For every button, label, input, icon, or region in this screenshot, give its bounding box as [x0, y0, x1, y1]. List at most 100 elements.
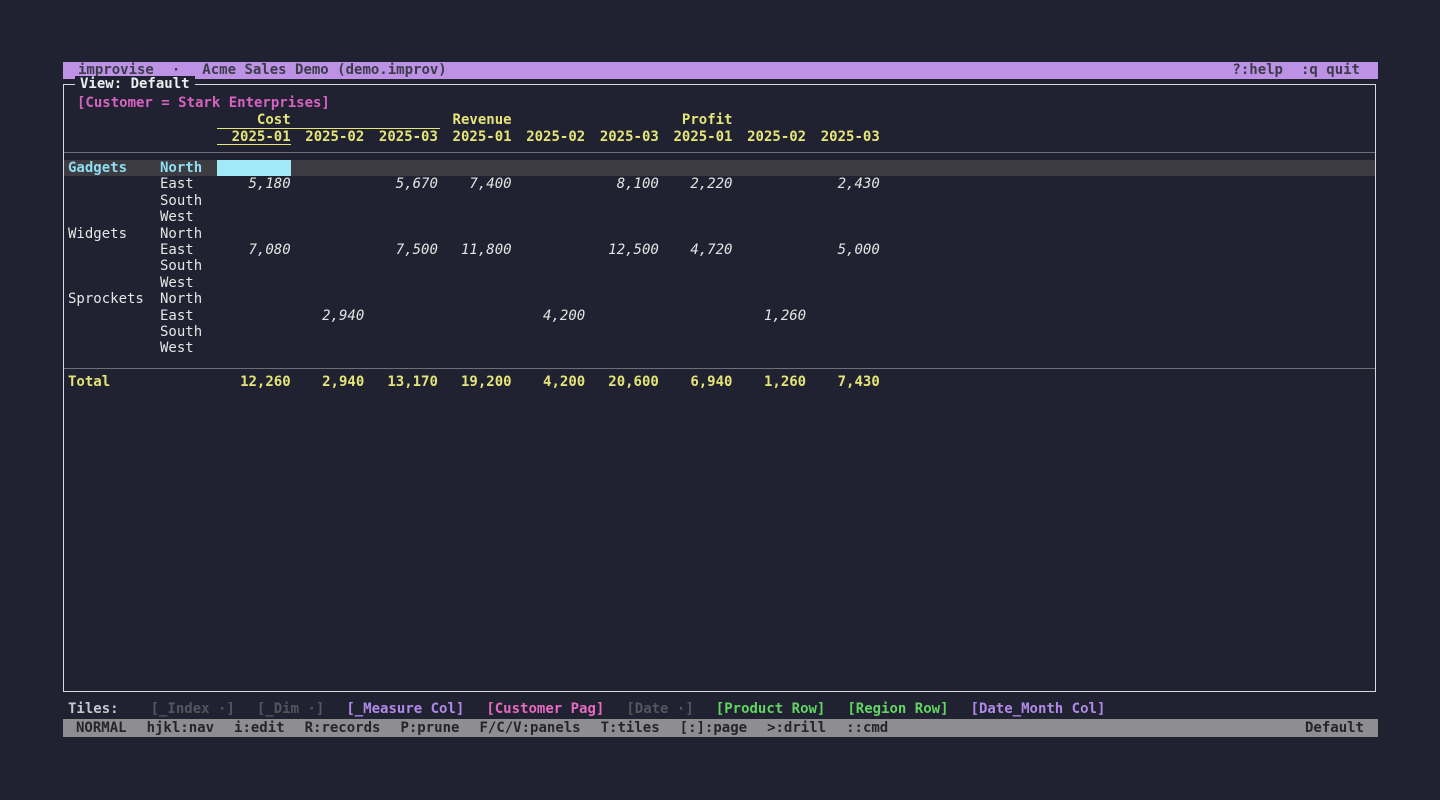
value-cell[interactable] — [438, 160, 512, 176]
value-cell[interactable] — [291, 242, 365, 258]
month-header[interactable]: 2025-03 — [806, 129, 880, 145]
value-cell[interactable] — [732, 176, 806, 192]
value-cell[interactable] — [364, 340, 438, 356]
value-cell[interactable] — [364, 193, 438, 209]
value-cell[interactable] — [732, 258, 806, 274]
value-cell[interactable] — [217, 193, 291, 209]
value-cell[interactable] — [659, 226, 733, 242]
value-cell[interactable] — [217, 275, 291, 291]
value-cell[interactable] — [512, 340, 586, 356]
month-header[interactable]: 2025-01 — [438, 129, 512, 145]
value-cell[interactable] — [291, 340, 365, 356]
value-cell[interactable] — [659, 160, 733, 176]
value-cell[interactable] — [291, 193, 365, 209]
month-header[interactable]: 2025-03 — [585, 129, 659, 145]
value-cell[interactable] — [364, 308, 438, 324]
value-cell[interactable] — [585, 226, 659, 242]
month-header[interactable]: 2025-01 — [217, 129, 291, 145]
value-cell[interactable] — [217, 291, 291, 307]
value-cell[interactable]: 5,000 — [806, 242, 880, 258]
value-cell[interactable] — [512, 176, 586, 192]
month-header[interactable]: 2025-03 — [364, 129, 438, 145]
value-cell[interactable] — [364, 324, 438, 340]
value-cell[interactable] — [364, 160, 438, 176]
value-cell[interactable] — [512, 193, 586, 209]
value-cell[interactable] — [806, 324, 880, 340]
value-cell[interactable] — [438, 324, 512, 340]
value-cell[interactable] — [806, 226, 880, 242]
tile-index[interactable]: [_Index ·] — [151, 701, 235, 718]
value-cell[interactable]: 12,500 — [585, 242, 659, 258]
value-cell[interactable] — [806, 193, 880, 209]
value-cell[interactable] — [291, 275, 365, 291]
pivot-row-gadgets-south[interactable]: South — [64, 193, 1375, 209]
pivot-row-widgets-west[interactable]: West — [64, 275, 1375, 291]
value-cell[interactable] — [659, 258, 733, 274]
tile-measure[interactable]: [_Measure Col] — [346, 701, 464, 718]
pivot-row-widgets-north[interactable]: Widgets North — [64, 226, 1375, 242]
value-cell[interactable] — [438, 193, 512, 209]
value-cell[interactable] — [217, 340, 291, 356]
value-cell[interactable]: 8,100 — [585, 176, 659, 192]
value-cell[interactable] — [512, 275, 586, 291]
pivot-row-widgets-east[interactable]: East 7,080 7,500 11,800 12,500 4,720 5,0… — [64, 242, 1375, 258]
value-cell[interactable]: 5,670 — [364, 176, 438, 192]
value-cell[interactable] — [806, 209, 880, 225]
value-cell[interactable] — [217, 258, 291, 274]
value-cell[interactable] — [438, 291, 512, 307]
value-cell[interactable] — [732, 340, 806, 356]
value-cell[interactable] — [512, 209, 586, 225]
value-cell[interactable]: 4,720 — [659, 242, 733, 258]
value-cell[interactable] — [438, 226, 512, 242]
value-cell[interactable] — [217, 209, 291, 225]
pivot-row-gadgets-east[interactable]: East 5,180 5,670 7,400 8,100 2,220 2,430 — [64, 176, 1375, 192]
value-cell[interactable] — [438, 258, 512, 274]
value-cell[interactable] — [659, 308, 733, 324]
value-cell[interactable] — [806, 308, 880, 324]
value-cell[interactable]: 7,500 — [364, 242, 438, 258]
value-cell[interactable] — [585, 291, 659, 307]
value-cell[interactable] — [806, 160, 880, 176]
value-cell[interactable] — [585, 209, 659, 225]
month-header[interactable]: 2025-02 — [291, 129, 365, 145]
value-cell[interactable] — [512, 258, 586, 274]
selected-cell[interactable] — [217, 160, 291, 176]
value-cell[interactable] — [364, 291, 438, 307]
value-cell[interactable] — [438, 209, 512, 225]
value-cell[interactable] — [732, 242, 806, 258]
value-cell[interactable] — [585, 308, 659, 324]
value-cell[interactable] — [438, 308, 512, 324]
value-cell[interactable] — [512, 324, 586, 340]
value-cell[interactable] — [659, 193, 733, 209]
value-cell[interactable] — [291, 324, 365, 340]
pivot-row-gadgets-west[interactable]: West — [64, 209, 1375, 225]
value-cell[interactable] — [364, 226, 438, 242]
value-cell[interactable] — [806, 275, 880, 291]
value-cell[interactable] — [659, 340, 733, 356]
tile-date[interactable]: [Date ·] — [626, 701, 693, 718]
value-cell[interactable] — [217, 324, 291, 340]
value-cell[interactable]: 2,940 — [291, 308, 365, 324]
value-cell[interactable] — [512, 160, 586, 176]
value-cell[interactable] — [438, 340, 512, 356]
value-cell[interactable] — [732, 226, 806, 242]
pivot-row-gadgets-north[interactable]: Gadgets North — [64, 160, 1375, 176]
pivot-row-sprockets-west[interactable]: West — [64, 340, 1375, 356]
value-cell[interactable] — [512, 291, 586, 307]
value-cell[interactable] — [291, 291, 365, 307]
month-header[interactable]: 2025-02 — [512, 129, 586, 145]
value-cell[interactable] — [364, 209, 438, 225]
value-cell[interactable]: 7,080 — [217, 242, 291, 258]
tile-region[interactable]: [Region Row] — [847, 701, 948, 718]
value-cell[interactable] — [291, 258, 365, 274]
month-header[interactable]: 2025-01 — [659, 129, 733, 145]
value-cell[interactable] — [659, 209, 733, 225]
value-cell[interactable] — [732, 209, 806, 225]
value-cell[interactable]: 2,430 — [806, 176, 880, 192]
value-cell[interactable]: 11,800 — [438, 242, 512, 258]
pivot-row-widgets-south[interactable]: South — [64, 258, 1375, 274]
value-cell[interactable] — [291, 176, 365, 192]
value-cell[interactable] — [585, 275, 659, 291]
month-header[interactable]: 2025-02 — [732, 129, 806, 145]
value-cell[interactable]: 1,260 — [732, 308, 806, 324]
